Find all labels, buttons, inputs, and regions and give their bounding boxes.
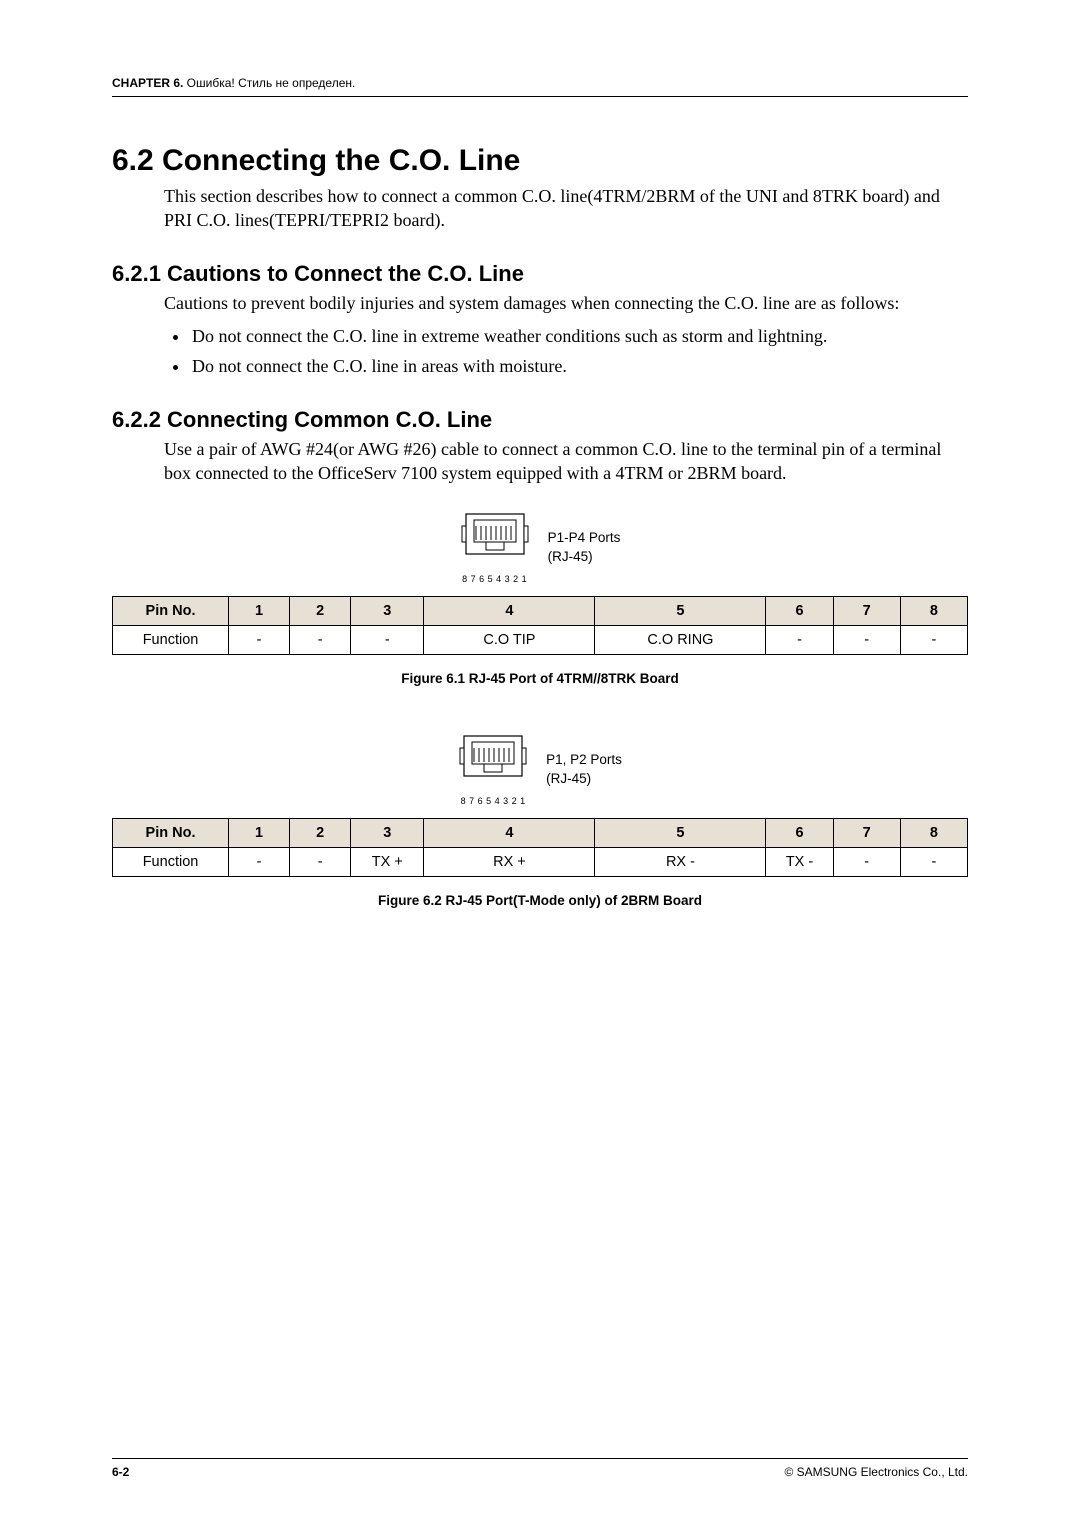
cell: - (290, 625, 351, 654)
subsection-title-cautions: 6.2.1 Cautions to Connect the C.O. Line (112, 261, 968, 287)
cell: - (229, 625, 290, 654)
table-row: Pin No. 1 2 3 4 5 6 7 8 (113, 818, 968, 847)
cell: - (833, 847, 900, 876)
fig2-label-l1: P1, P2 Ports (546, 752, 622, 767)
col-8: 8 (900, 596, 967, 625)
col-1: 1 (229, 596, 290, 625)
figure-1-port-label: P1-P4 Ports (RJ-45) (548, 529, 621, 565)
subsection-title-connecting: 6.2.2 Connecting Common C.O. Line (112, 407, 968, 433)
chapter-note: Ошибка! Стиль не определен. (183, 76, 355, 90)
table-row: Pin No. 1 2 3 4 5 6 7 8 (113, 596, 968, 625)
table-row: Function - - - C.O TIP C.O RING - - - (113, 625, 968, 654)
figure-2-wrap: 8 7 6 5 4 3 2 1 P1, P2 Ports (RJ-45) (112, 734, 968, 806)
cell: RX - (595, 847, 766, 876)
cell: - (766, 625, 833, 654)
caution-item-1: Do not connect the C.O. line in extreme … (190, 323, 968, 349)
col-7: 7 (833, 596, 900, 625)
fig1-label-l1: P1-P4 Ports (548, 530, 621, 545)
row-function: Function (113, 625, 229, 654)
cautions-intro: Cautions to prevent bodily injuries and … (164, 291, 968, 315)
col-8: 8 (900, 818, 967, 847)
pin-no-header: Pin No. (113, 596, 229, 625)
rj45-jack-icon: 8 7 6 5 4 3 2 1 (460, 512, 530, 584)
rj45-jack-icon: 8 7 6 5 4 3 2 1 (458, 734, 528, 806)
section-intro: This section describes how to connect a … (164, 184, 968, 233)
cell: - (833, 625, 900, 654)
fig2-label-l2: (RJ-45) (546, 771, 591, 786)
cell: TX - (766, 847, 833, 876)
header-rule (112, 96, 968, 97)
pin-no-header: Pin No. (113, 818, 229, 847)
cell: - (351, 625, 424, 654)
figure-2-port-label: P1, P2 Ports (RJ-45) (546, 751, 622, 787)
col-2: 2 (290, 596, 351, 625)
copyright: © SAMSUNG Electronics Co., Ltd. (784, 1465, 968, 1479)
cell: C.O TIP (424, 625, 595, 654)
cell: - (290, 847, 351, 876)
pin-table-2: Pin No. 1 2 3 4 5 6 7 8 Function - - TX … (112, 818, 968, 877)
col-3: 3 (351, 818, 424, 847)
figure-1-wrap: 8 7 6 5 4 3 2 1 P1-P4 Ports (RJ-45) (112, 512, 968, 584)
col-1: 1 (229, 818, 290, 847)
section-title: 6.2 Connecting the C.O. Line (112, 144, 968, 178)
pin-table-1: Pin No. 1 2 3 4 5 6 7 8 Function - - - C… (112, 596, 968, 655)
col-5: 5 (595, 596, 766, 625)
col-6: 6 (766, 596, 833, 625)
col-6: 6 (766, 818, 833, 847)
table-row: Function - - TX + RX + RX - TX - - - (113, 847, 968, 876)
col-4: 4 (424, 818, 595, 847)
row-function: Function (113, 847, 229, 876)
col-4: 4 (424, 596, 595, 625)
col-7: 7 (833, 818, 900, 847)
col-5: 5 (595, 818, 766, 847)
figure-1-caption: Figure 6.1 RJ-45 Port of 4TRM//8TRK Boar… (112, 671, 968, 686)
running-header: CHAPTER 6. Ошибка! Стиль не определен. (112, 76, 355, 90)
cell: - (229, 847, 290, 876)
cell: - (900, 625, 967, 654)
cell: RX + (424, 847, 595, 876)
cell: C.O RING (595, 625, 766, 654)
figure-2-caption: Figure 6.2 RJ-45 Port(T-Mode only) of 2B… (112, 893, 968, 908)
cell: TX + (351, 847, 424, 876)
page-number: 6-2 (112, 1465, 129, 1479)
cautions-list: Do not connect the C.O. line in extreme … (190, 323, 968, 379)
content-area: 6.2 Connecting the C.O. Line This sectio… (112, 130, 968, 908)
pin-digits-1: 8 7 6 5 4 3 2 1 (460, 574, 530, 584)
footer-rule (112, 1458, 968, 1459)
pin-digits-2: 8 7 6 5 4 3 2 1 (458, 796, 528, 806)
col-3: 3 (351, 596, 424, 625)
caution-item-2: Do not connect the C.O. line in areas wi… (190, 353, 968, 379)
fig1-label-l2: (RJ-45) (548, 549, 593, 564)
col-2: 2 (290, 818, 351, 847)
cell: - (900, 847, 967, 876)
connecting-intro: Use a pair of AWG #24(or AWG #26) cable … (164, 437, 968, 486)
chapter-label: CHAPTER 6. (112, 76, 183, 90)
